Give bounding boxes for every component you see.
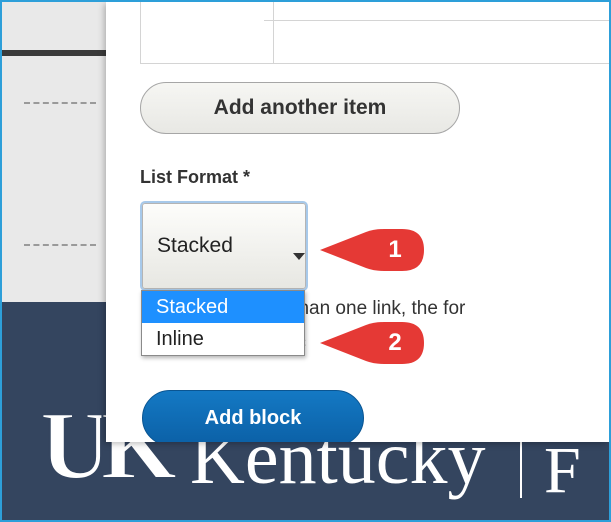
list-format-select[interactable]: Stacked [142, 203, 306, 289]
callout-number: 1 [388, 236, 402, 263]
callout-number: 2 [388, 329, 402, 356]
item-table [140, 2, 609, 64]
list-format-dropdown: Stacked Inline [141, 290, 305, 356]
add-another-item-button[interactable]: Add another item [140, 82, 460, 134]
screenshot-frame: UK Kentucky F Add another item List Form… [0, 0, 611, 522]
add-block-button[interactable]: Add block [142, 390, 364, 442]
callout-marker-1: 1 [318, 228, 428, 272]
option-inline[interactable]: Inline [142, 323, 304, 355]
list-format-selected-value: Stacked [157, 234, 233, 257]
list-format-label: List Format * [140, 167, 251, 187]
table-column-divider [273, 2, 274, 63]
brand-separator [520, 440, 522, 498]
table-input-edge [264, 20, 609, 21]
brand-extra-text: F [544, 434, 581, 507]
background-dashed-line [24, 102, 96, 104]
block-dialog: Add another item List Format * Stacked r… [106, 2, 609, 442]
callout-marker-2: 2 [318, 321, 428, 365]
background-sidebar [2, 2, 106, 302]
background-divider [2, 50, 106, 56]
option-stacked[interactable]: Stacked [142, 291, 304, 323]
background-dashed-line [24, 244, 96, 246]
chevron-down-icon [293, 253, 305, 260]
